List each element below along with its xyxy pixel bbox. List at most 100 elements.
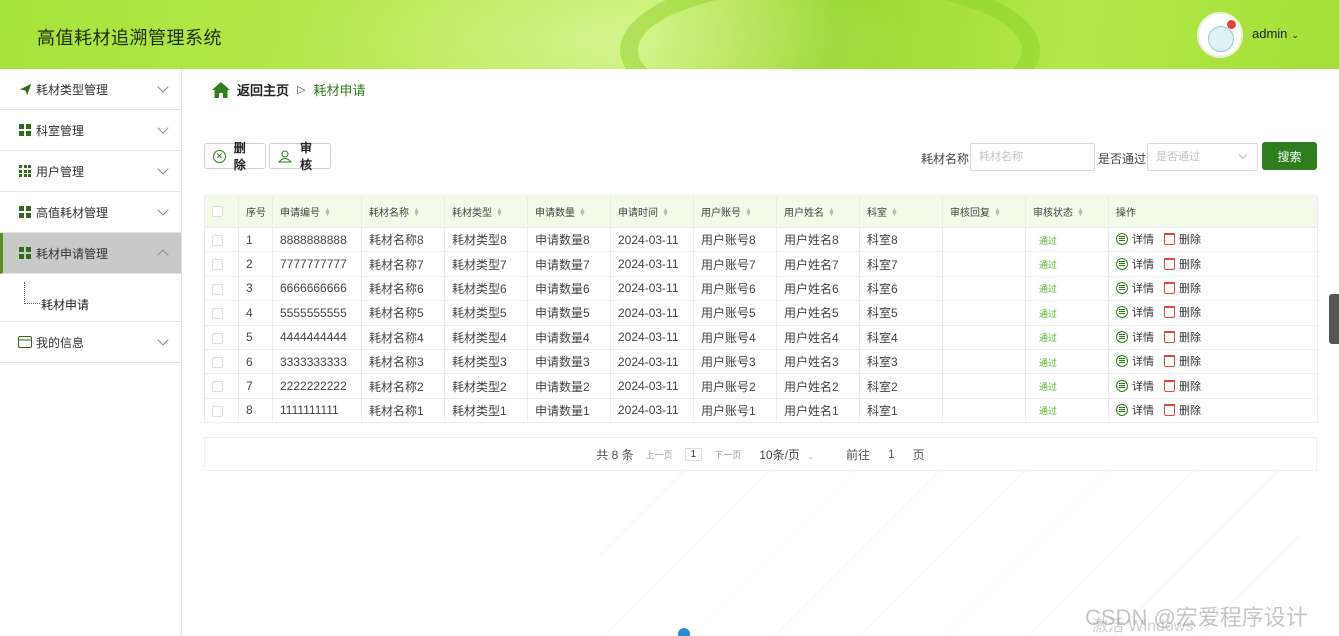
audit-button[interactable]: 审核 (269, 141, 331, 172)
sidebar-item-department[interactable]: 科室管理 (0, 110, 181, 151)
table-cell: 3333333333 (272, 348, 362, 375)
user-menu[interactable]: admin ⌄ (1252, 26, 1299, 41)
prev-page-button[interactable]: 上一页 (646, 448, 673, 461)
sidebar-item-label: 耗材类型管理 (36, 82, 109, 97)
breadcrumb-home[interactable]: 返回主页 (237, 80, 289, 99)
page-number[interactable]: 1 (684, 447, 703, 461)
table-cell: 2024-03-11 (610, 275, 694, 302)
row-delete-button[interactable]: 删除 (1164, 256, 1201, 272)
row-delete-button[interactable]: 删除 (1164, 231, 1201, 247)
action-cell: 详情 删除 (1108, 226, 1318, 253)
row-checkbox[interactable] (212, 405, 223, 417)
row-select-cell[interactable] (204, 251, 239, 277)
column-header[interactable]: 用户姓名 ▲ ▼ (776, 195, 860, 228)
table-cell (942, 300, 1026, 326)
detail-button[interactable]: 详情 (1116, 353, 1154, 369)
row-checkbox[interactable] (212, 259, 223, 271)
row-select-cell[interactable] (204, 348, 239, 375)
detail-button[interactable]: 详情 (1116, 304, 1154, 320)
row-select-cell[interactable] (204, 373, 239, 399)
detail-button[interactable]: 详情 (1116, 378, 1154, 394)
table-cell: 耗材名称6 (361, 275, 445, 302)
sort-icon[interactable]: ▲ ▼ (324, 207, 331, 218)
row-select-cell[interactable] (204, 226, 239, 253)
select-all-cell[interactable] (204, 195, 239, 228)
sidebar-item-application[interactable]: 耗材申请管理 (0, 233, 181, 274)
sort-icon[interactable]: ▲ ▼ (1077, 207, 1084, 218)
column-header[interactable]: 耗材类型 ▲ ▼ (444, 195, 528, 228)
sort-icon[interactable]: ▲ ▼ (891, 207, 898, 218)
row-select-cell[interactable] (204, 324, 239, 350)
row-checkbox[interactable] (212, 332, 223, 344)
row-delete-button[interactable]: 删除 (1164, 353, 1201, 369)
goto-input[interactable]: 1 (888, 447, 895, 461)
column-header[interactable]: 申请时间 ▲ ▼ (610, 195, 694, 228)
row-checkbox[interactable] (212, 308, 223, 320)
column-header[interactable]: 审核回复 ▲ ▼ (942, 195, 1026, 228)
table-cell: 申请数量1 (527, 397, 611, 424)
page-size-select[interactable]: 10条/页 ⌄ (753, 446, 820, 463)
detail-button[interactable]: 详情 (1116, 280, 1154, 296)
sidebar-item-users[interactable]: 用户管理 (0, 151, 181, 192)
detail-button[interactable]: 详情 (1116, 402, 1154, 418)
row-delete-button[interactable]: 删除 (1164, 329, 1201, 345)
row-select-cell[interactable] (204, 300, 239, 326)
select-all-checkbox[interactable] (212, 205, 223, 217)
sort-icon[interactable]: ▲ ▼ (413, 207, 420, 218)
status-badge: 通过 (1039, 333, 1058, 344)
name-search-label: 耗材名称 (921, 152, 970, 166)
table-cell: 1 (238, 226, 273, 253)
sort-icon[interactable]: ▲ ▼ (828, 207, 835, 218)
table-cell: 用户账号6 (693, 275, 777, 302)
chevron-up-icon (157, 249, 169, 261)
table-cell: 用户账号2 (693, 373, 777, 399)
name-search-input[interactable] (970, 143, 1095, 171)
table-cell: 1111111111 (272, 397, 362, 424)
table-cell: 3 (238, 275, 273, 302)
sidebar-item-my-info[interactable]: 我的信息 (0, 322, 181, 363)
row-delete-button[interactable]: 删除 (1164, 304, 1201, 320)
avatar[interactable] (1197, 12, 1243, 58)
row-checkbox[interactable] (212, 381, 223, 393)
table-cell: 用户姓名1 (776, 397, 860, 424)
column-header[interactable]: 科室 ▲ ▼ (859, 195, 943, 228)
sidebar-subitem-application[interactable]: 耗材申请 (0, 274, 181, 322)
row-delete-button[interactable]: 删除 (1164, 402, 1201, 418)
sidebar-item-high-value[interactable]: 高值耗材管理 (0, 192, 181, 233)
sidebar-item-label: 我的信息 (36, 335, 85, 350)
column-header[interactable]: 申请数量 ▲ ▼ (527, 195, 611, 228)
column-header[interactable]: 审核状态 ▲ ▼ (1025, 195, 1109, 228)
column-header[interactable]: 用户账号 ▲ ▼ (693, 195, 777, 228)
detail-button[interactable]: 详情 (1116, 231, 1154, 247)
delete-button[interactable]: ✕ 删除 (204, 141, 266, 172)
sort-icon[interactable]: ▲ ▼ (662, 207, 669, 218)
column-header[interactable]: 耗材名称 ▲ ▼ (361, 195, 445, 228)
goto-label: 前往 (845, 447, 870, 462)
search-button[interactable]: 搜索 (1262, 142, 1317, 170)
chevron-down-icon (157, 163, 169, 175)
next-page-button[interactable]: 下一页 (714, 448, 741, 461)
sidebar-item-consumable-type[interactable]: 耗材类型管理 (0, 69, 181, 110)
row-checkbox[interactable] (212, 283, 223, 295)
row-select-cell[interactable] (204, 275, 239, 302)
sort-icon[interactable]: ▲ ▼ (579, 207, 586, 218)
table-cell: 耗材类型2 (444, 373, 528, 399)
row-checkbox[interactable] (212, 356, 223, 368)
detail-icon (1116, 355, 1128, 368)
detail-button[interactable]: 详情 (1116, 329, 1154, 345)
row-delete-button[interactable]: 删除 (1164, 378, 1201, 394)
row-delete-button[interactable]: 删除 (1164, 280, 1201, 296)
sort-icon[interactable]: ▲ ▼ (496, 207, 503, 218)
sort-icon[interactable]: ▲ ▼ (994, 207, 1001, 218)
side-scroll-handle[interactable] (1329, 294, 1339, 344)
pagination: 共 8 条 上一页 1 下一页 10条/页 ⌄ 前往 1 页 (204, 437, 1317, 471)
sort-icon[interactable]: ▲ ▼ (745, 207, 752, 218)
home-icon[interactable] (211, 81, 231, 99)
row-checkbox[interactable] (212, 235, 223, 247)
csdn-watermark: CSDN @宏爱程序设计 (1085, 605, 1308, 630)
detail-button[interactable]: 详情 (1116, 256, 1154, 272)
column-header[interactable]: 申请编号 ▲ ▼ (272, 195, 362, 228)
row-select-cell[interactable] (204, 397, 239, 424)
chevron-down-icon (157, 81, 169, 93)
detail-icon (1116, 379, 1128, 392)
